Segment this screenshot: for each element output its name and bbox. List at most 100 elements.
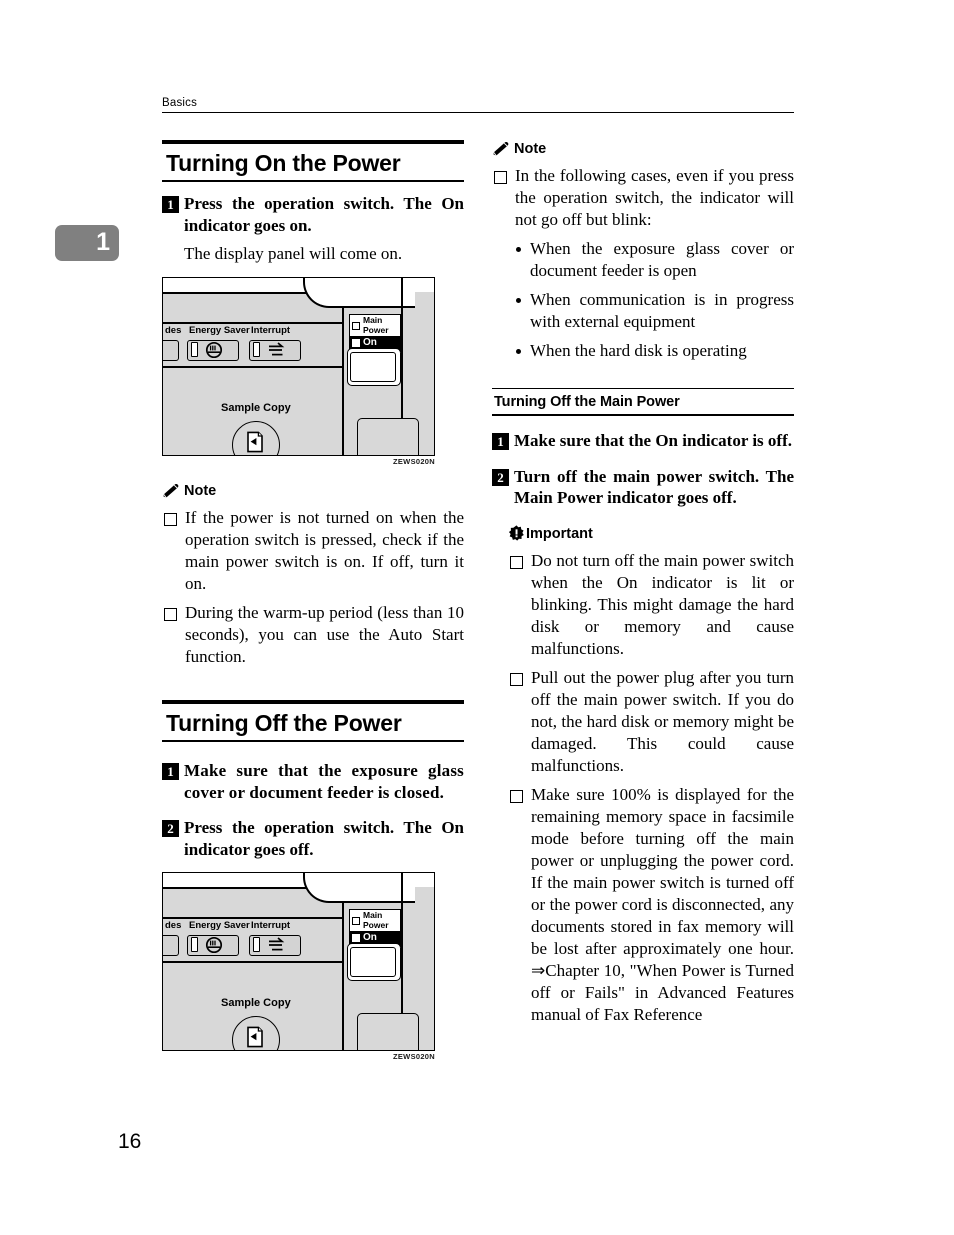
note-sub-bullet-text: When the hard disk is operating: [530, 341, 747, 360]
power-indicator-block: Main Power On: [349, 909, 401, 947]
step-item: 2 Turn off the main power switch. The Ma…: [492, 466, 794, 509]
heading-turning-on-the-power: Turning On the Power: [162, 140, 464, 182]
sample-copy-label: Sample Copy: [221, 997, 291, 1009]
right-column: Note In the following cases, even if you…: [492, 140, 794, 1026]
dot-bullet-icon: [516, 298, 521, 303]
important-callout: Important Do not turn off the main power…: [508, 525, 794, 1026]
note-sub-bullet: When the exposure glass cover or documen…: [516, 238, 794, 282]
energy-saver-led: [191, 342, 198, 357]
step-text: Make sure that the On indicator is off.: [514, 431, 792, 450]
figure-control-panel-off: des Energy Saver Interrupt Main Power On…: [162, 872, 435, 1061]
heading-rule-bottom: [162, 740, 464, 742]
energy-saver-label: Energy Saver: [189, 920, 250, 931]
main-power-label-line1: Main: [363, 910, 383, 920]
pencil-icon: [162, 483, 180, 499]
energy-saver-icon: [205, 341, 223, 359]
energy-saver-led: [191, 937, 198, 952]
subheading-rule-bottom: [492, 414, 794, 416]
modes-label: des: [165, 325, 182, 336]
step-number: 1: [492, 433, 509, 450]
main-power-indicator-row: Main Power: [350, 315, 400, 336]
dot-bullet-icon: [516, 349, 521, 354]
modes-key: [163, 340, 179, 361]
on-square-icon: [352, 934, 360, 942]
figure-frame: des Energy Saver Interrupt Main Power On…: [162, 277, 435, 456]
control-panel-divider-bottom: [163, 366, 342, 368]
sample-copy-icon: [247, 431, 263, 453]
page-number: 16: [118, 1130, 142, 1153]
square-bullet-icon: [164, 608, 177, 621]
running-header: Basics: [162, 96, 794, 113]
figure-control-panel-on: des Energy Saver Interrupt Main Power On…: [162, 277, 435, 466]
control-panel-top-curve: [303, 278, 415, 308]
important-item: Make sure 100% is displayed for the rema…: [508, 784, 794, 1026]
note-item: If the power is not turned on when the o…: [162, 507, 464, 595]
heading-text: Turning Off the Power: [166, 710, 402, 736]
subheading-turning-off-main-power: Turning Off the Main Power: [492, 388, 794, 416]
note-callout: Note If the power is not turned on when …: [162, 482, 464, 668]
note-heading: Note: [162, 482, 464, 500]
note-item-text: In the following cases, even if you pres…: [515, 166, 794, 229]
note-heading: Note: [492, 140, 794, 158]
step-number: 2: [492, 468, 509, 486]
operation-switch: [350, 947, 396, 977]
chapter-tab-number: 1: [96, 228, 110, 256]
note-sub-bullet-text: When the exposure glass cover or documen…: [530, 239, 794, 280]
step-text: Press the operation switch. The On indic…: [184, 194, 464, 235]
interrupt-icon: [269, 937, 285, 951]
important-item: Do not turn off the main power switch wh…: [508, 550, 794, 660]
note-title: Note: [514, 141, 547, 157]
note-sub-bullet: When communication is in progress with e…: [516, 289, 794, 333]
note-item-text: If the power is not turned on when the o…: [185, 508, 464, 593]
important-item: Pull out the power plug after you turn o…: [508, 667, 794, 777]
interrupt-label: Interrupt: [251, 920, 291, 931]
control-panel-divider-top: [163, 917, 342, 919]
operation-switch: [350, 352, 396, 382]
step-subtext: The display panel will come on.: [184, 244, 403, 263]
running-header-text: Basics: [162, 97, 198, 109]
step-number: 1: [162, 196, 179, 213]
control-panel-divider-bottom: [163, 961, 342, 963]
note-sub-bullet-list: When the exposure glass cover or documen…: [516, 238, 794, 362]
note-item-text: During the warm-up period (less than 10 …: [185, 603, 464, 666]
step-text: Make sure that the exposure glass cover …: [184, 761, 464, 802]
important-item-text: Pull out the power plug after you turn o…: [531, 667, 794, 775]
step-number: 1: [162, 763, 179, 780]
chapter-tab: 1: [55, 225, 119, 261]
heading-text: Turning On the Power: [166, 150, 401, 176]
exclamation-burst-icon: [508, 525, 525, 542]
step-text: Press the operation switch. The On indic…: [184, 818, 464, 859]
main-power-square-icon: [352, 916, 360, 925]
interrupt-label: Interrupt: [251, 325, 291, 336]
running-header-rule: [162, 112, 794, 113]
main-power-indicator-row: Main Power: [350, 910, 400, 931]
important-heading: Important: [508, 525, 794, 543]
note-item: In the following cases, even if you pres…: [492, 165, 794, 231]
pencil-icon: [492, 141, 510, 157]
main-power-square-icon: [352, 321, 360, 330]
square-bullet-icon: [164, 513, 177, 526]
sample-copy-label: Sample Copy: [221, 402, 291, 414]
energy-saver-icon: [205, 936, 223, 954]
dot-bullet-icon: [516, 247, 521, 252]
note-callout: Note In the following cases, even if you…: [492, 140, 794, 362]
modes-label: des: [165, 920, 182, 931]
figure-caption: ZEWS020N: [393, 1052, 435, 1061]
sample-copy-icon: [247, 1026, 263, 1048]
step-item: 1 Make sure that the On indicator is off…: [492, 430, 794, 452]
square-bullet-icon: [494, 171, 507, 184]
modes-key: [163, 935, 179, 956]
step-text: Turn off the main power switch. The Main…: [514, 466, 794, 508]
manual-page: Basics 1 Turning On the Power 1 Press th…: [0, 0, 954, 1235]
control-panel-bottom-key: [357, 1013, 419, 1050]
square-bullet-icon: [510, 555, 523, 569]
step-number: 2: [162, 820, 179, 837]
interrupt-led: [253, 937, 260, 952]
note-item: During the warm-up period (less than 10 …: [162, 602, 464, 668]
control-panel-divider-top: [163, 322, 342, 324]
interrupt-led: [253, 342, 260, 357]
control-panel-bottom-key: [357, 418, 419, 455]
figure-frame: des Energy Saver Interrupt Main Power On…: [162, 872, 435, 1051]
heading-rule-bottom: [162, 180, 464, 182]
left-column: Turning On the Power 1 Press the operati…: [162, 140, 464, 1061]
